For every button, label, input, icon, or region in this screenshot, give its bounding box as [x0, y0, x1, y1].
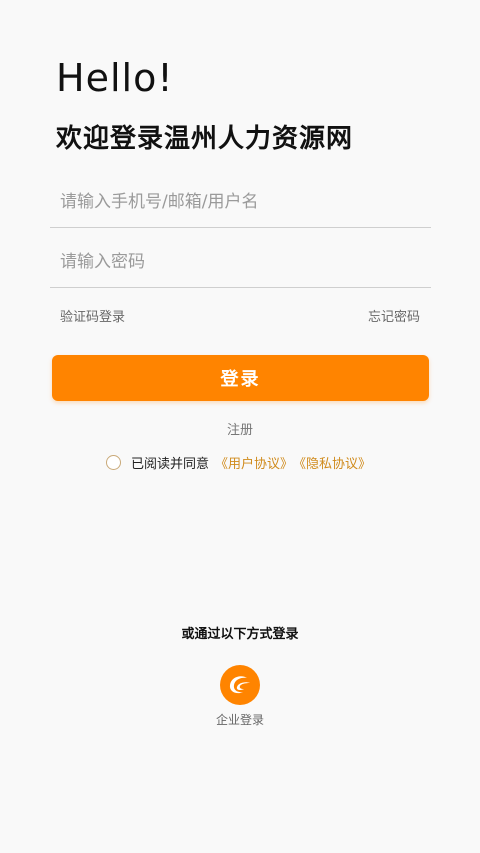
greeting-title: Hello!: [56, 56, 174, 100]
account-input[interactable]: [50, 176, 431, 227]
password-input[interactable]: [50, 236, 431, 287]
enterprise-login-button[interactable]: [220, 665, 260, 705]
agreement-checkbox[interactable]: [106, 454, 121, 470]
enterprise-login-label: 企业登录: [215, 713, 264, 727]
welcome-title: 欢迎登录温州人力资源网: [56, 124, 354, 154]
register-link[interactable]: 注册: [0, 419, 480, 438]
login-button[interactable]: 登录: [52, 355, 429, 401]
agreement-row: 已阅读并同意 《用户协议》 《隐私协议》: [106, 452, 371, 472]
password-field[interactable]: [50, 236, 431, 288]
agreement-text: 已阅读并同意: [131, 456, 210, 472]
user-agreement-link[interactable]: 《用户协议》: [215, 453, 293, 472]
account-field[interactable]: [50, 176, 431, 228]
forgot-password-link[interactable]: 忘记密码: [368, 306, 420, 325]
sms-login-link[interactable]: 验证码登录: [60, 306, 125, 325]
other-login-title: 或通过以下方式登录: [181, 627, 299, 642]
enterprise-logo-icon: [229, 676, 250, 694]
privacy-agreement-link[interactable]: 《隐私协议》: [293, 453, 371, 472]
